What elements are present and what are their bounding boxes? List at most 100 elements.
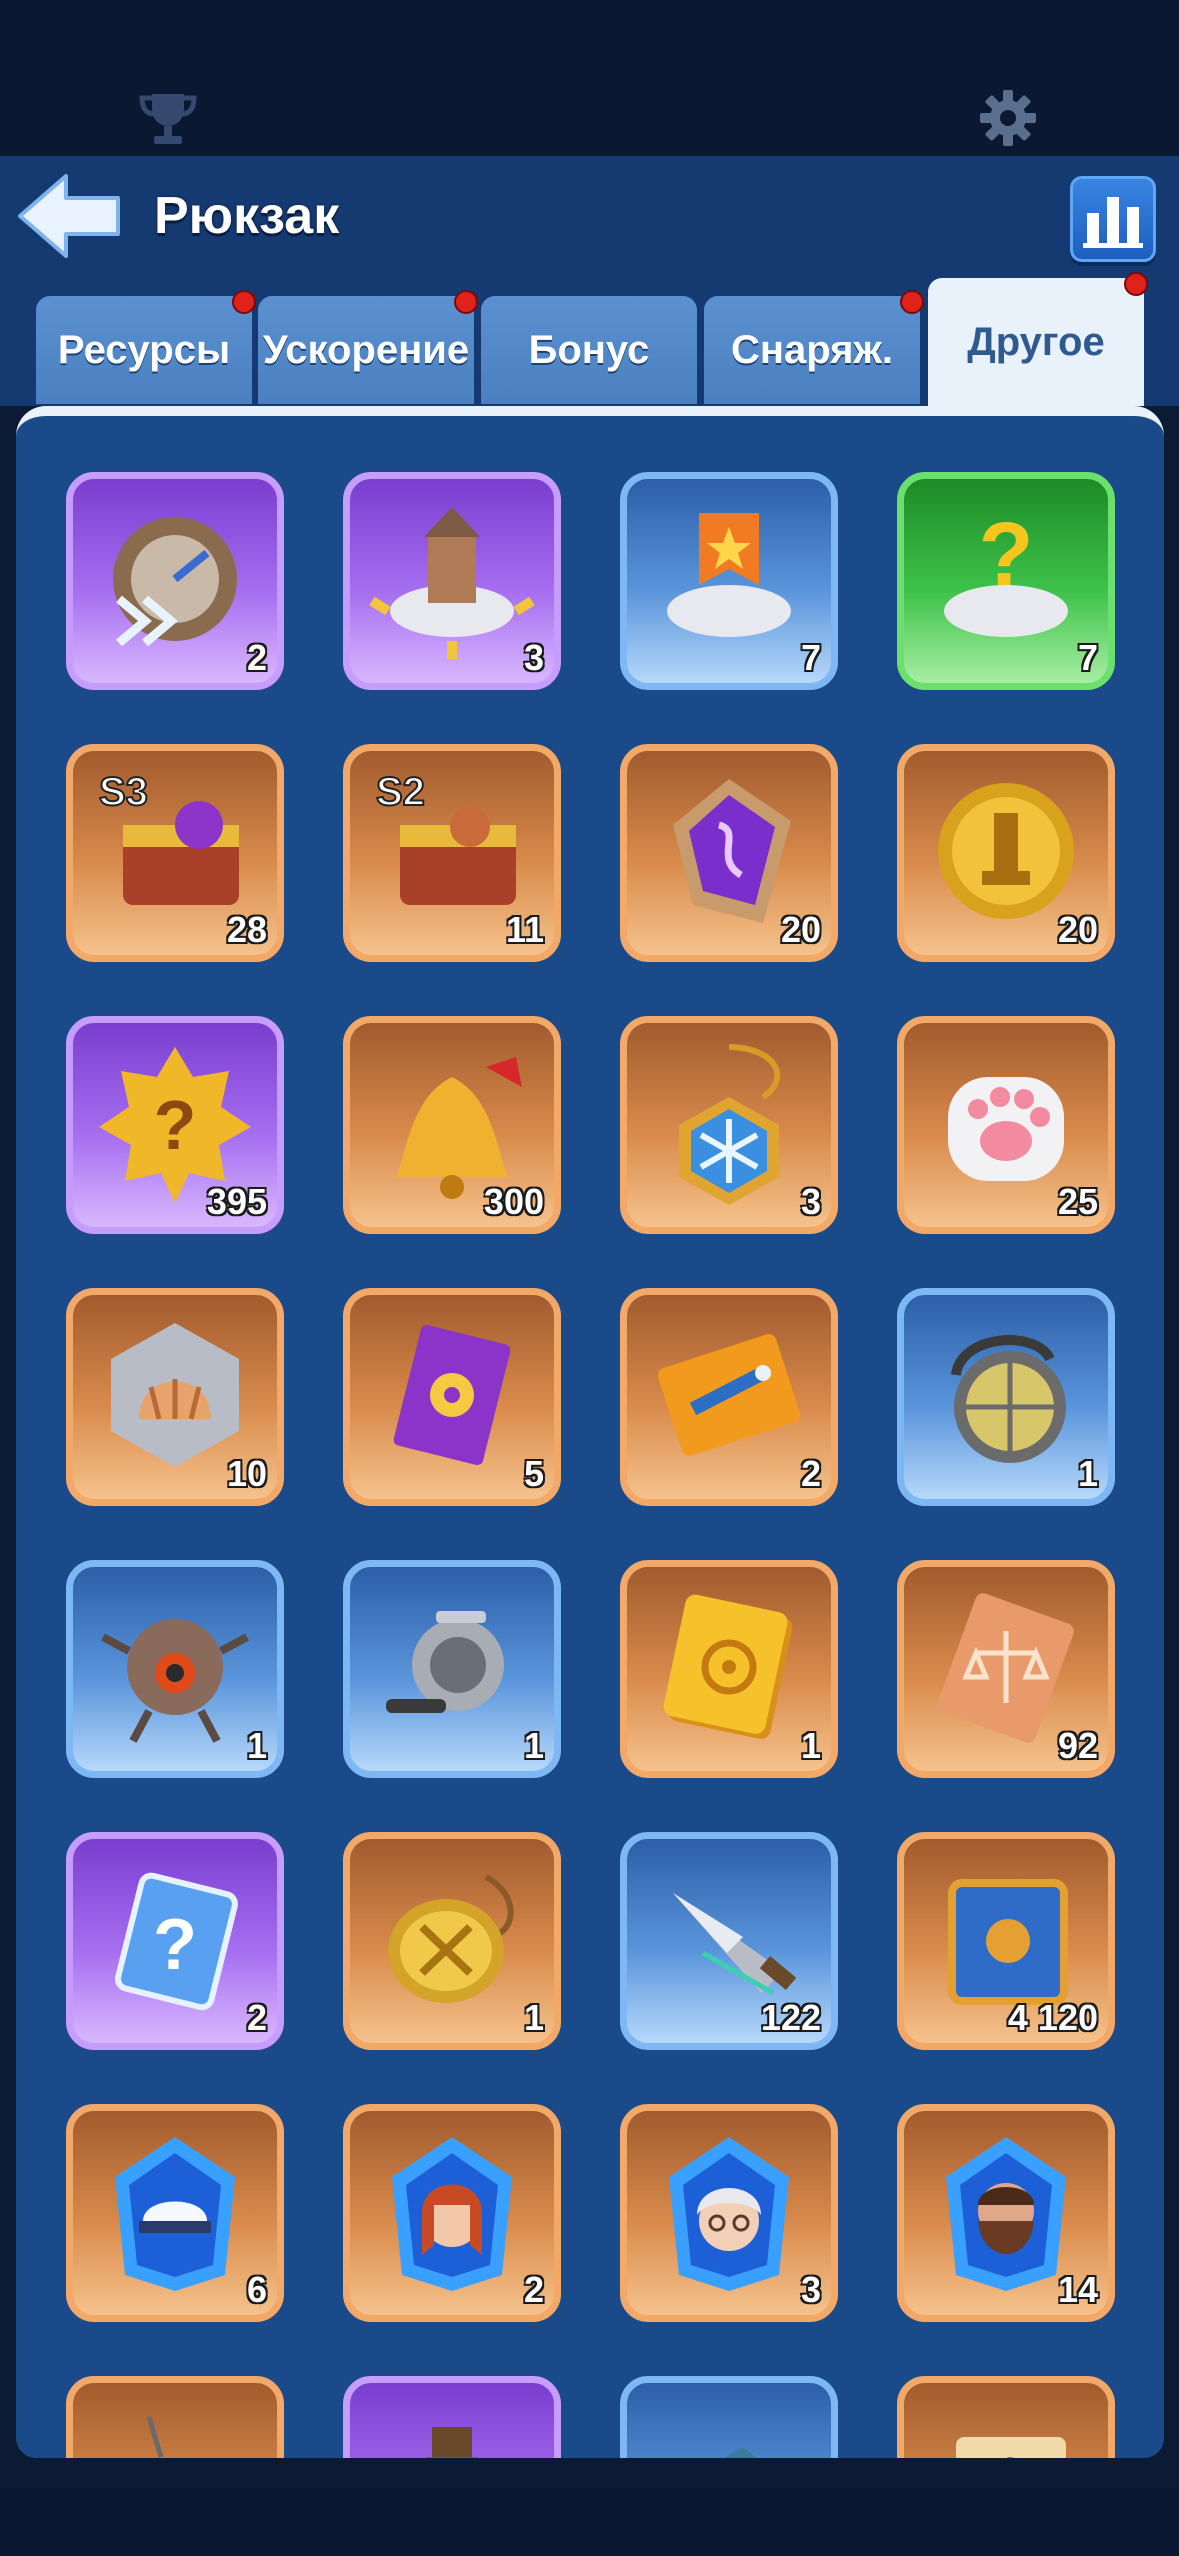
- sun-scroll-icon: [956, 2437, 1066, 2458]
- item-count: 3: [523, 637, 544, 678]
- item-count: 20: [780, 909, 821, 950]
- item-count: 6: [246, 2269, 267, 2310]
- inventory-item[interactable]: 1: [343, 1832, 561, 2050]
- tab-other[interactable]: Другое: [928, 272, 1148, 406]
- stats-button[interactable]: [1070, 176, 1156, 262]
- item-count: 4 120: [1007, 1997, 1098, 2038]
- hero-redhair-shard-icon: [392, 2137, 512, 2291]
- item-count: 92: [1057, 1725, 1098, 1766]
- inventory-item[interactable]: 6: [66, 2104, 284, 2322]
- svg-text:S2: S2: [376, 770, 425, 814]
- item-count: 1: [523, 1997, 544, 2038]
- bottom-bar: [0, 2488, 1179, 2556]
- item-count: 3: [800, 2269, 821, 2310]
- random-relocate-icon: ?: [944, 505, 1068, 637]
- inventory-item[interactable]: 2: [343, 2104, 561, 2322]
- tab-resources[interactable]: Ресурсы: [36, 290, 256, 404]
- fish-ticket-icon: [657, 1334, 801, 1456]
- tab-label: Снаряж.: [730, 327, 893, 372]
- trophy-icon[interactable]: [138, 88, 198, 148]
- diving-helmet-icon: [951, 1335, 1066, 1463]
- item-count: 7: [1077, 637, 1098, 678]
- inventory-item[interactable]: [620, 2376, 838, 2458]
- inventory-item[interactable]: 7: [620, 472, 838, 690]
- item-count: 20: [1057, 909, 1098, 950]
- inventory-item[interactable]: 1: [343, 1560, 561, 1778]
- inventory-item[interactable]: 1: [66, 1560, 284, 1778]
- item-count: 10: [226, 1453, 267, 1494]
- inventory-item[interactable]: 92: [897, 1560, 1115, 1778]
- inventory-item[interactable]: 300: [343, 1016, 561, 1234]
- inventory-item[interactable]: S2 11: [343, 744, 561, 962]
- inventory-item[interactable]: 1: [620, 1560, 838, 1778]
- item-count: 2: [246, 637, 267, 678]
- inventory-item[interactable]: 20: [620, 744, 838, 962]
- item-count: 122: [760, 1997, 821, 2038]
- banner-relocate-icon: [667, 513, 791, 637]
- inventory-item[interactable]: [897, 2376, 1115, 2458]
- tab-label: Ресурсы: [57, 327, 231, 372]
- notification-dot: [454, 290, 478, 314]
- item-count: 5: [523, 1453, 544, 1494]
- inventory-item[interactable]: 3: [620, 2104, 838, 2322]
- item-count: 2: [800, 1453, 821, 1494]
- inventory-item[interactable]: [66, 2376, 284, 2458]
- item-count: 2: [523, 2269, 544, 2310]
- building-relocate-icon: [369, 507, 535, 659]
- svg-text:S3: S3: [99, 770, 148, 814]
- inventory-item[interactable]: 20: [897, 744, 1115, 962]
- item-count: 1: [800, 1725, 821, 1766]
- hero-oldlady-shard-icon: [669, 2137, 789, 2291]
- tab-label: Другое: [967, 319, 1105, 364]
- tab-speedup[interactable]: Ускорение: [258, 290, 478, 404]
- item-count: 1: [1077, 1453, 1098, 1494]
- page-title: Рюкзак: [154, 187, 340, 245]
- item-count: 395: [206, 1181, 267, 1222]
- syringe-icon: [146, 2416, 164, 2458]
- inventory-item[interactable]: ? 7: [897, 472, 1115, 690]
- captain-hat-shard-icon: [115, 2137, 235, 2291]
- tab-equipment[interactable]: Снаряж.: [704, 290, 924, 404]
- inventory-item[interactable]: 14: [897, 2104, 1115, 2322]
- snowflake-amulet-icon: [679, 1044, 781, 1205]
- speed-dial-icon: [113, 517, 237, 647]
- inventory-item[interactable]: 2: [66, 472, 284, 690]
- inventory-item[interactable]: 5: [343, 1288, 561, 1506]
- purple-card-icon: [393, 1324, 511, 1466]
- inventory-item[interactable]: 4 120: [897, 1832, 1115, 2050]
- sword-medallion-icon: [388, 1874, 514, 2003]
- potion-bottle-icon: [426, 2427, 478, 2458]
- item-count: 25: [1057, 1181, 1098, 1222]
- svg-text:?: ?: [979, 505, 1034, 605]
- item-count: 28: [226, 909, 267, 950]
- inventory-item[interactable]: [343, 2376, 561, 2458]
- inventory-item[interactable]: 3: [343, 472, 561, 690]
- inventory-item[interactable]: ? 395: [66, 1016, 284, 1234]
- svg-text:?: ?: [154, 1086, 197, 1164]
- tab-bonus[interactable]: Бонус: [481, 296, 697, 404]
- back-arrow-icon[interactable]: [14, 170, 124, 262]
- inventory-item[interactable]: 10: [66, 1288, 284, 1506]
- inventory-item[interactable]: 122: [620, 1832, 838, 2050]
- tab-label: Бонус: [528, 327, 650, 372]
- inventory-item[interactable]: ? 2: [66, 1832, 284, 2050]
- inventory-item[interactable]: 3: [620, 1016, 838, 1234]
- inventory-item[interactable]: 1: [897, 1288, 1115, 1506]
- gear-icon[interactable]: [978, 88, 1038, 148]
- gold-target-ticket-icon: [663, 1594, 793, 1739]
- inventory-item[interactable]: 2: [620, 1288, 838, 1506]
- item-count: 2: [246, 1997, 267, 2038]
- mystery-crystal-icon: ?: [114, 1872, 238, 2011]
- inventory-panel: 2 3 7? 7 S3 28 S2 11 20 20? 395 300 3 25 10 5 2 1 1 1 1 92? 2 1…: [16, 406, 1164, 2458]
- item-count: 7: [800, 637, 821, 678]
- fishing-reel-icon: [386, 1611, 504, 1713]
- item-count: 3: [800, 1181, 821, 1222]
- blue-box-icon: [723, 2447, 757, 2458]
- item-count: 300: [483, 1181, 544, 1222]
- item-count: 11: [505, 909, 544, 950]
- item-count: 14: [1057, 2269, 1098, 2310]
- item-count: 1: [523, 1725, 544, 1766]
- inventory-item[interactable]: S3 28: [66, 744, 284, 962]
- bar-chart-icon: [1083, 197, 1143, 248]
- inventory-item[interactable]: 25: [897, 1016, 1115, 1234]
